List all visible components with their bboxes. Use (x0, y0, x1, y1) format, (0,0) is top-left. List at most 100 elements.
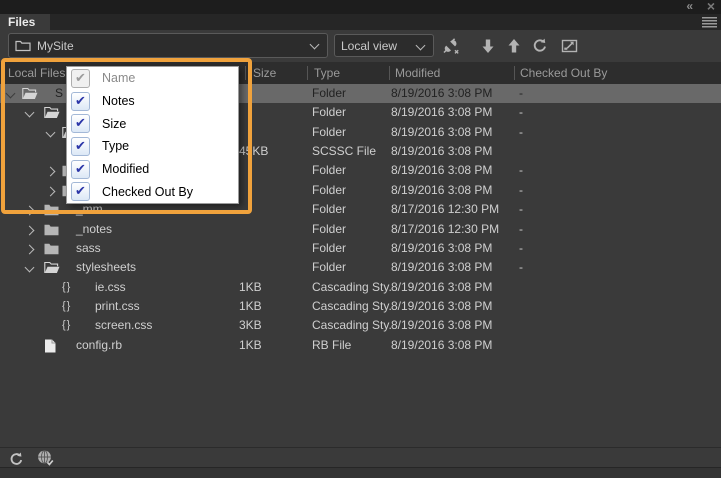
file-modified: 8/19/2016 3:08 PM (391, 144, 493, 158)
file-name: S (55, 86, 64, 100)
view-select[interactable]: Local view (334, 34, 434, 57)
file-checked-out-by: - (519, 241, 523, 255)
folder-open-icon (44, 106, 60, 120)
folder-icon (44, 223, 60, 237)
status-strip (0, 467, 721, 478)
column-menu-label: Modified (102, 162, 150, 177)
file-modified: 8/19/2016 3:08 PM (391, 163, 493, 177)
file-modified: 8/19/2016 3:08 PM (391, 86, 493, 100)
file-row[interactable]: {} screen.css 3KB Cascading Sty... 8/19/2016… (0, 316, 721, 335)
file-type: SCSSC File (312, 144, 377, 158)
column-header-local-files[interactable]: Local Files (8, 62, 65, 84)
file-modified: 8/19/2016 3:08 PM (391, 318, 493, 332)
column-menu-label: Notes (102, 94, 135, 108)
file-checked-out-by: - (519, 183, 523, 197)
file-name: ie.css (95, 280, 126, 294)
file-modified: 8/19/2016 3:08 PM (391, 105, 493, 119)
view-select-value: Local view (341, 38, 398, 53)
column-menu-item-notes[interactable]: ✔ Notes (67, 90, 238, 113)
column-divider (307, 66, 308, 80)
upload-arrow-icon (508, 39, 520, 53)
checkbox-checked-icon[interactable]: ✔ (71, 136, 90, 156)
file-row[interactable]: {} print.css 1KB Cascading Sty... 8/19/2016 … (0, 297, 721, 316)
file-type: RB File (312, 338, 352, 352)
tab-bar: Files (0, 14, 721, 30)
column-menu-label: Type (102, 139, 130, 154)
file-type: Folder (312, 105, 347, 119)
column-header-modified[interactable]: Modified (395, 62, 440, 84)
chevron-down-icon[interactable] (5, 88, 16, 99)
file-size: 1KB (239, 338, 262, 352)
column-header-type[interactable]: Type (314, 62, 340, 84)
get-files-button[interactable] (477, 35, 499, 57)
checkbox-checked-icon[interactable]: ✔ (71, 159, 90, 179)
checkbox-checked-icon[interactable]: ✔ (71, 91, 90, 111)
chevron-down-icon[interactable] (24, 107, 35, 118)
expand-panel-button[interactable] (558, 35, 580, 57)
tab-files[interactable]: Files (0, 14, 51, 30)
file-modified: 8/19/2016 3:08 PM (391, 260, 493, 274)
chevron-right-icon[interactable] (24, 205, 35, 216)
file-row[interactable]: stylesheets Folder 8/19/2016 3:08 PM - (0, 258, 721, 277)
column-divider (245, 66, 246, 80)
close-icon[interactable]: × (707, 0, 715, 14)
file-type: Folder (312, 183, 347, 197)
panel-menu-icon[interactable] (702, 17, 717, 28)
file-type: Folder (312, 163, 347, 177)
column-menu-item-checked-out-by[interactable]: ✔ Checked Out By (67, 180, 238, 203)
file-name: sass (76, 241, 101, 255)
column-header-size[interactable]: Size (253, 62, 276, 84)
folder-open-icon (44, 261, 60, 275)
chevron-right-icon[interactable] (24, 225, 35, 236)
file-row[interactable]: {} ie.css 1KB Cascading Sty... 8/19/2016 3:0… (0, 278, 721, 297)
column-menu-item-size[interactable]: ✔ Size (67, 112, 238, 135)
file-row[interactable]: config.rb 1KB RB File 8/19/2016 3:08 PM (0, 336, 721, 355)
expand-icon (561, 39, 577, 53)
refresh-icon (10, 452, 22, 465)
file-type: Folder (312, 125, 347, 139)
divider (0, 447, 721, 448)
file-type: Cascading Sty... (312, 318, 392, 332)
column-menu-item-type[interactable]: ✔ Type (67, 135, 238, 158)
file-name: stylesheets (76, 260, 137, 274)
column-menu-label: Checked Out By (102, 184, 194, 199)
column-menu-item-modified[interactable]: ✔ Modified (67, 158, 238, 181)
chevron-down-icon[interactable] (24, 262, 35, 273)
chevron-right-icon[interactable] (45, 166, 56, 177)
checkbox-checked-icon[interactable]: ✔ (71, 68, 90, 88)
file-row[interactable]: _notes Folder 8/17/2016 12:30 PM - (0, 220, 721, 239)
file-type: Folder (312, 86, 347, 100)
checkbox-checked-icon[interactable]: ✔ (71, 114, 90, 134)
file-checked-out-by: - (519, 202, 523, 216)
checkbox-checked-icon[interactable]: ✔ (71, 182, 90, 202)
refresh-button[interactable] (529, 35, 551, 57)
chevron-right-icon[interactable] (45, 186, 56, 197)
chevron-right-icon[interactable] (24, 244, 35, 255)
refresh-status-button[interactable] (6, 450, 26, 468)
file-type: Folder (312, 241, 347, 255)
collapse-panel-icon[interactable]: « (686, 0, 693, 13)
connect-remote-server-button[interactable] (440, 35, 462, 57)
site-select[interactable]: MySite (8, 33, 328, 58)
file-modified: 8/19/2016 3:08 PM (391, 338, 493, 352)
panel-titlebar: « × (0, 0, 721, 14)
file-size: 1KB (239, 280, 262, 294)
file-row[interactable]: sass Folder 8/19/2016 3:08 PM - (0, 239, 721, 258)
column-visibility-menu: ✔ Name ✔ Notes ✔ Size ✔ Type ✔ Modified ✔ Checked O… (66, 66, 239, 204)
chevron-down-icon[interactable] (45, 127, 56, 138)
column-menu-item-name[interactable]: ✔ Name (67, 67, 238, 90)
file-type: Cascading Sty... (312, 280, 392, 294)
plug-x-icon (443, 37, 459, 54)
globe-check-icon (38, 449, 54, 466)
file-modified: 8/19/2016 3:08 PM (391, 280, 493, 294)
files-panel: « × Files MySite Local view Local Files … (0, 0, 721, 478)
column-header-checked-out-by[interactable]: Checked Out By (520, 62, 607, 84)
column-menu-label: Name (102, 71, 136, 86)
put-files-button[interactable] (503, 35, 525, 57)
file-activity-log-button[interactable] (35, 448, 57, 468)
column-divider (389, 66, 390, 80)
file-icon (44, 339, 60, 353)
file-name: _notes (76, 222, 113, 236)
tab-files-label: Files (8, 15, 36, 29)
column-divider (514, 66, 515, 80)
